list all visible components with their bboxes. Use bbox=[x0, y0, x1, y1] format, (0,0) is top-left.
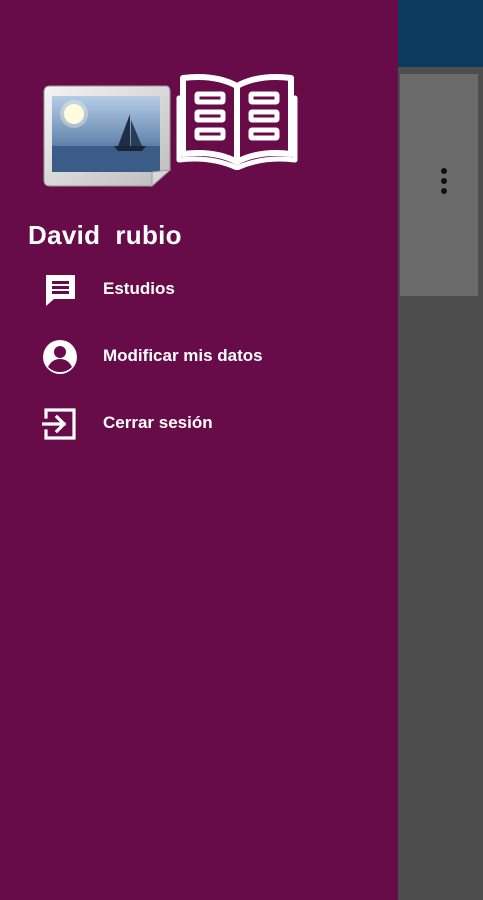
menu-label: Estudios bbox=[103, 279, 175, 298]
user-name: David rubio bbox=[28, 220, 182, 250]
logout-icon bbox=[41, 406, 78, 442]
landscape-photo-icon bbox=[38, 84, 172, 188]
book-icon bbox=[175, 70, 299, 171]
menu-label: Modificar mis datos bbox=[103, 346, 263, 365]
account-circle-icon bbox=[42, 339, 78, 375]
menu-item-estudios[interactable]: Estudios bbox=[0, 258, 398, 325]
menu-label: Cerrar sesión bbox=[103, 413, 213, 432]
more-vertical-icon[interactable] bbox=[438, 168, 450, 202]
navigation-drawer: David rubio Estudios Modificar mis datos… bbox=[0, 0, 398, 900]
message-icon bbox=[42, 272, 78, 308]
menu-item-modificar-datos[interactable]: Modificar mis datos bbox=[0, 325, 398, 392]
menu-item-cerrar-sesion[interactable]: Cerrar sesión bbox=[0, 392, 398, 459]
drawer-menu: Estudios Modificar mis datos Cerrar sesi… bbox=[0, 258, 398, 459]
